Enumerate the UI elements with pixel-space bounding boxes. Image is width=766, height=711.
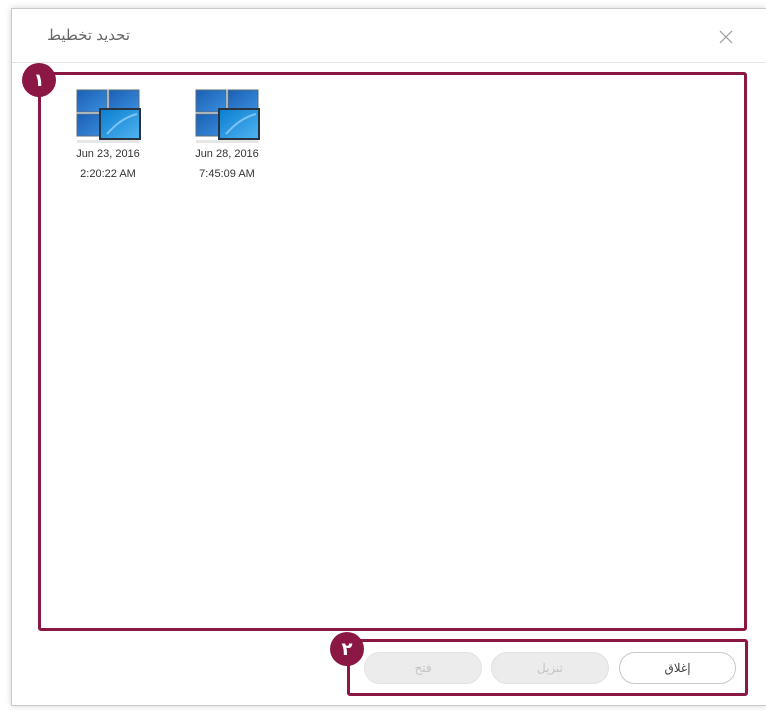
layout-time: 2:20:22 AM	[80, 168, 136, 180]
monitor-layout-icon	[195, 89, 260, 143]
layout-time: 7:45:09 AM	[199, 168, 255, 180]
monitor-layout-icon	[76, 89, 141, 143]
close-button[interactable]: إغلاق	[619, 652, 736, 684]
layout-item[interactable]: Jun 23, 2016 2:20:22 AM	[53, 88, 163, 184]
callout-badge-2: ٢	[330, 632, 364, 666]
layout-date: Jun 28, 2016	[195, 148, 259, 160]
open-button[interactable]: فتح	[364, 652, 482, 684]
download-button[interactable]: تنزيل	[491, 652, 609, 684]
callout-badge-1: ١	[22, 63, 56, 97]
layout-item[interactable]: Jun 28, 2016 7:45:09 AM	[172, 88, 282, 184]
layout-date: Jun 23, 2016	[76, 148, 140, 160]
close-icon[interactable]	[718, 29, 734, 45]
dialog-title: تحديد تخطيط	[47, 27, 130, 44]
header-divider	[12, 62, 766, 63]
